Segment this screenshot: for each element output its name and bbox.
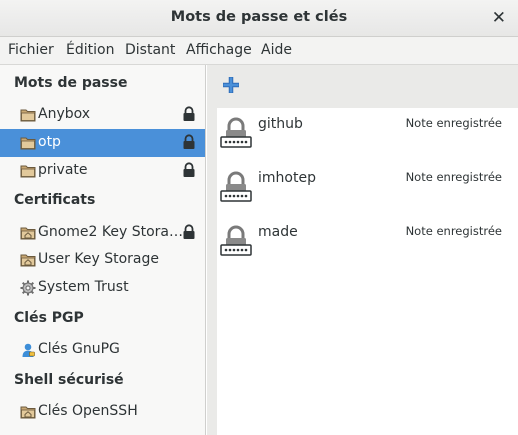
sidebar-item-label: Clés OpenSSH — [38, 403, 138, 419]
sidebar-item-user-key-storage[interactable]: User Key Storage — [0, 246, 205, 274]
list-item[interactable]: github Note enregistrée — [217, 108, 518, 162]
sidebar-item-label: Anybox — [38, 106, 91, 122]
folder-icon — [20, 163, 36, 179]
home-folder-icon — [20, 225, 36, 241]
password-icon — [220, 171, 252, 203]
menu-bar: Fichier Édition Distant Affichage Aide — [0, 37, 518, 65]
list-item[interactable]: made Note enregistrée — [217, 216, 518, 270]
password-icon — [220, 117, 252, 149]
menu-aide[interactable]: Aide — [261, 42, 292, 58]
home-folder-icon — [20, 252, 36, 268]
list-item[interactable]: imhotep Note enregistrée — [217, 162, 518, 216]
lock-icon[interactable] — [182, 134, 196, 150]
home-folder-icon — [20, 404, 36, 420]
menu-affichage[interactable]: Affichage — [186, 42, 252, 58]
sidebar-item-label: User Key Storage — [38, 251, 159, 267]
sidebar-item-cles-openssh[interactable]: Clés OpenSSH — [0, 398, 205, 426]
add-icon[interactable] — [221, 75, 241, 95]
person-icon — [20, 342, 36, 358]
menu-fichier[interactable]: Fichier — [8, 42, 54, 58]
gear-icon — [20, 280, 36, 296]
item-status: Note enregistrée — [405, 224, 502, 238]
main-panel: github Note enregistrée imhotep Note enr… — [207, 65, 518, 435]
section-mots-de-passe: Mots de passe — [14, 75, 128, 91]
sidebar-item-label: Clés GnuPG — [38, 341, 120, 357]
password-list: github Note enregistrée imhotep Note enr… — [217, 108, 518, 435]
sidebar-item-anybox[interactable]: Anybox — [0, 101, 205, 129]
sidebar-item-otp[interactable]: otp — [0, 129, 205, 157]
item-status: Note enregistrée — [405, 170, 502, 184]
sidebar-item-system-trust[interactable]: System Trust — [0, 274, 205, 302]
section-cles-pgp: Clés PGP — [14, 310, 84, 326]
folder-icon — [20, 135, 36, 151]
item-name: github — [258, 116, 303, 132]
sidebar-item-label: otp — [38, 134, 61, 150]
item-status: Note enregistrée — [405, 116, 502, 130]
sidebar-item-label: System Trust — [38, 279, 129, 295]
sidebar-item-label: private — [38, 162, 88, 178]
menu-distant[interactable]: Distant — [125, 42, 175, 58]
lock-icon[interactable] — [182, 106, 196, 122]
sidebar-item-cles-gnupg[interactable]: Clés GnuPG — [0, 336, 205, 364]
sidebar-item-private[interactable]: private — [0, 157, 205, 185]
lock-icon[interactable] — [182, 162, 196, 178]
window-title: Mots de passe et clés — [170, 9, 348, 25]
title-bar: Mots de passe et clés ✕ — [0, 0, 518, 37]
password-icon — [220, 225, 252, 257]
folder-icon — [20, 107, 36, 123]
sidebar-item-gnome2-key-storage[interactable]: Gnome2 Key Stora… — [0, 219, 205, 247]
lock-icon[interactable] — [182, 224, 196, 240]
item-name: made — [258, 224, 298, 240]
sidebar-item-label: Gnome2 Key Stora… — [38, 224, 184, 240]
item-name: imhotep — [258, 170, 316, 186]
section-certificats: Certificats — [14, 192, 96, 208]
close-icon[interactable]: ✕ — [492, 8, 506, 28]
sidebar: Mots de passe Anybox otp private Certifi… — [0, 65, 206, 435]
section-shell-securise: Shell sécurisé — [14, 372, 124, 388]
menu-edition[interactable]: Édition — [66, 42, 114, 58]
